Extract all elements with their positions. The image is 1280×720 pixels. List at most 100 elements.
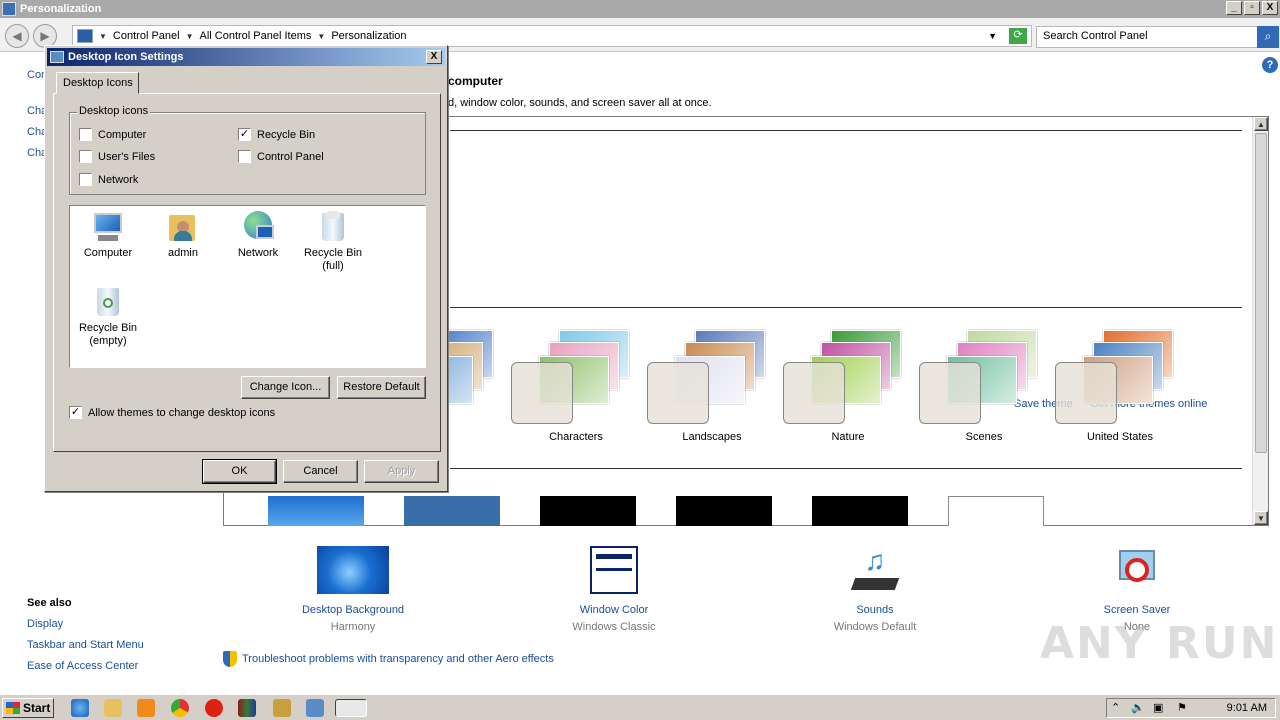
checkbox-label: Recycle Bin — [257, 128, 316, 141]
theme-thumbnail-high-contrast-1[interactable] — [540, 496, 636, 526]
checkbox-label: User's Files — [98, 150, 156, 163]
maximize-button[interactable]: ▫ — [1244, 1, 1260, 15]
breadcrumb-item[interactable]: All Control Panel Items — [200, 30, 312, 42]
troubleshoot-link[interactable]: Troubleshoot problems with transparency … — [223, 651, 554, 667]
recycle-bin-empty-icon — [92, 286, 124, 318]
theme-color-swatch — [511, 362, 573, 424]
vertical-scrollbar[interactable]: ▲ ▼ — [1252, 117, 1268, 525]
list-item[interactable]: Network — [220, 211, 296, 260]
start-button[interactable]: Start — [2, 698, 54, 718]
theme-thumbnail-high-contrast-2[interactable] — [676, 496, 772, 526]
divider — [450, 130, 1242, 131]
icon-label: admin — [168, 247, 198, 259]
page-title: computer — [448, 74, 503, 88]
action-center-flag-icon[interactable]: ⚑ — [1177, 701, 1187, 714]
recycle-bin-full-icon — [317, 211, 349, 243]
theme-thumbnail-high-contrast-black[interactable] — [812, 496, 908, 526]
desktop-background-link[interactable]: Desktop Background — [273, 604, 433, 616]
theme-thumbnail-high-contrast-white[interactable] — [948, 496, 1044, 526]
sounds-value: Windows Default — [833, 621, 917, 633]
sounds-item[interactable]: ♫ Sounds Windows Default — [795, 546, 955, 634]
restore-default-button[interactable]: Restore Default — [337, 376, 426, 399]
ease-of-access-link[interactable]: Ease of Access Center — [27, 660, 138, 672]
breadcrumb-item[interactable]: Control Panel — [113, 30, 180, 42]
theme-thumbnail-windows7-basic[interactable] — [268, 496, 364, 526]
chevron-down-icon[interactable]: ▼ — [99, 32, 107, 41]
theme-item[interactable]: Landscapes — [647, 330, 777, 450]
list-item[interactable]: admin — [145, 211, 221, 260]
display-link[interactable]: Display — [27, 618, 63, 630]
minimize-button[interactable]: _ — [1226, 1, 1242, 15]
opera-icon[interactable] — [205, 699, 223, 717]
breadcrumb-item[interactable]: Personalization — [331, 30, 406, 42]
checkbox-computer[interactable]: Computer — [79, 128, 146, 141]
group-title: Desktop icons — [77, 105, 151, 117]
theme-thumbnail-windows-classic[interactable] — [404, 496, 500, 526]
archive-app-icon[interactable] — [238, 699, 256, 717]
checkbox-box[interactable] — [79, 173, 92, 186]
remote-desktop-icon[interactable] — [306, 699, 324, 717]
apply-button[interactable]: Apply — [364, 460, 439, 483]
control-panel-taskbar-icon[interactable] — [273, 699, 291, 717]
cancel-button[interactable]: Cancel — [283, 460, 358, 483]
checkbox-box[interactable] — [79, 150, 92, 163]
scroll-up-icon[interactable]: ▲ — [1254, 117, 1268, 131]
desktop-icon-list[interactable]: Computer admin Network Recycle Bin (full… — [69, 205, 426, 368]
system-tray: ⌃ 🔈 ▣ ⚑ 9:01 AM — [1106, 698, 1276, 718]
list-item[interactable]: Recycle Bin (full) — [295, 211, 371, 273]
refresh-icon[interactable]: ⟳ — [1009, 28, 1027, 44]
help-icon[interactable]: ? — [1262, 57, 1278, 73]
change-icon-button[interactable]: Change Icon... — [241, 376, 330, 399]
screen-saver-link[interactable]: Screen Saver — [1057, 604, 1217, 616]
window-color-value: Windows Classic — [572, 621, 656, 633]
theme-item[interactable]: Nature — [783, 330, 913, 450]
chevron-up-icon[interactable]: ⌃ — [1111, 701, 1120, 714]
list-item[interactable]: Computer — [70, 211, 146, 260]
troubleshoot-text[interactable]: Troubleshoot problems with transparency … — [242, 653, 554, 665]
personalization-taskbar-button[interactable] — [335, 699, 367, 717]
scrollbar-thumb[interactable] — [1255, 133, 1267, 453]
window-color-link[interactable]: Window Color — [534, 604, 694, 616]
windows-logo-icon — [6, 702, 20, 714]
checkbox-control-panel[interactable]: Control Panel — [238, 150, 324, 163]
dialog-titlebar: Desktop Icon Settings X — [47, 48, 445, 66]
checkbox-users-files[interactable]: User's Files — [79, 150, 155, 163]
internet-explorer-icon[interactable] — [71, 699, 89, 717]
search-input[interactable]: Search Control Panel — [1036, 26, 1258, 48]
volume-icon[interactable]: 🔈 — [1131, 701, 1145, 714]
theme-item[interactable]: Scenes — [919, 330, 1049, 450]
clock[interactable]: 9:01 AM — [1227, 702, 1267, 714]
window-color-item[interactable]: Window Color Windows Classic — [534, 546, 694, 633]
media-player-icon[interactable] — [137, 699, 155, 717]
back-button[interactable]: ◀ — [5, 24, 29, 48]
search-icon[interactable]: ⌕ — [1257, 26, 1279, 48]
checkbox-network[interactable]: Network — [79, 173, 138, 186]
chevron-down-icon[interactable]: ▼ — [186, 32, 194, 41]
desktop-icons-group: Desktop icons Computer ✓ Recycle Bin Use… — [69, 105, 426, 195]
close-button[interactable]: X — [1262, 1, 1278, 15]
tab-desktop-icons[interactable]: Desktop Icons — [56, 72, 139, 94]
checkbox-box[interactable]: ✓ — [69, 406, 82, 419]
desktop-background-item[interactable]: Desktop Background Harmony — [273, 546, 433, 633]
theme-item[interactable]: United States — [1055, 330, 1185, 450]
dialog-close-button[interactable]: X — [426, 50, 442, 64]
taskbar-start-menu-link[interactable]: Taskbar and Start Menu — [27, 639, 144, 651]
chrome-icon[interactable] — [171, 699, 189, 717]
checkbox-recycle-bin[interactable]: ✓ Recycle Bin — [238, 128, 315, 141]
checkbox-box[interactable] — [79, 128, 92, 141]
network-tray-icon[interactable]: ▣ — [1153, 701, 1163, 714]
scroll-down-icon[interactable]: ▼ — [1254, 511, 1268, 525]
address-dropdown-icon[interactable]: ▼ — [988, 31, 997, 41]
taskbar: Start ⌃ 🔈 ▣ ⚑ 9:01 AM — [0, 694, 1280, 720]
theme-item[interactable]: Characters — [511, 330, 641, 450]
explorer-folder-icon[interactable] — [104, 699, 122, 717]
sounds-link[interactable]: Sounds — [795, 604, 955, 616]
window-color-icon — [590, 546, 638, 594]
checkbox-box[interactable] — [238, 150, 251, 163]
allow-themes-checkbox[interactable]: ✓ Allow themes to change desktop icons — [69, 406, 275, 419]
breadcrumb[interactable]: ▼ Control Panel ▼ All Control Panel Item… — [72, 25, 1032, 47]
ok-button[interactable]: OK — [202, 459, 277, 484]
checkbox-box[interactable]: ✓ — [238, 128, 251, 141]
list-item[interactable]: Recycle Bin (empty) — [70, 286, 146, 348]
chevron-down-icon[interactable]: ▼ — [317, 32, 325, 41]
